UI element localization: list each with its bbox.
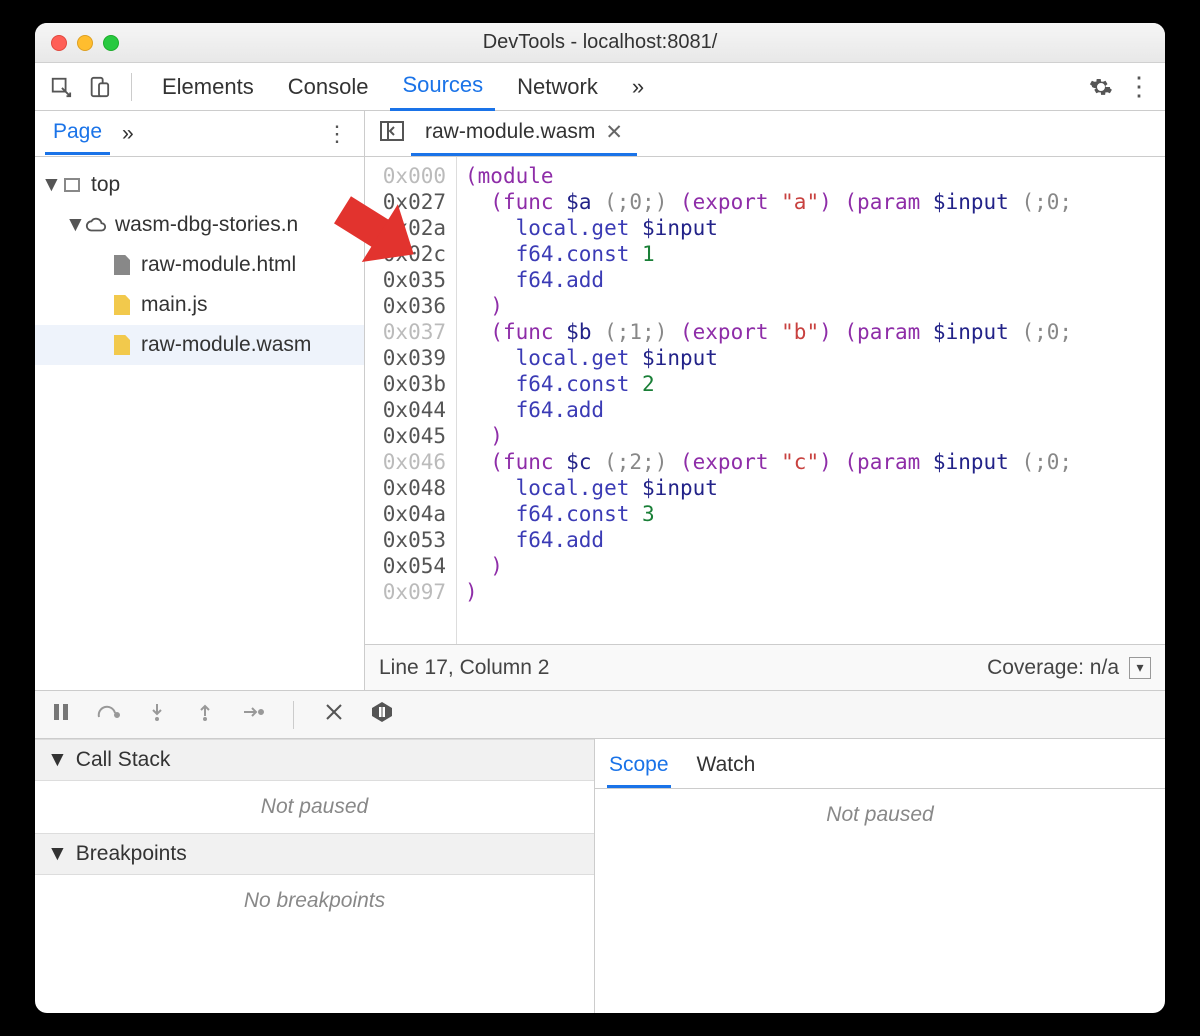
main-toolbar: Elements Console Sources Network » ⋮ xyxy=(35,63,1165,111)
separator xyxy=(293,701,294,729)
editor-pane: raw-module.wasm ✕ 0x0000x0270x02a0x02c0x… xyxy=(365,111,1165,690)
caret-down-icon: ▼ xyxy=(47,748,68,772)
tree-file-html[interactable]: raw-module.html xyxy=(35,245,364,285)
gear-icon[interactable] xyxy=(1087,73,1115,101)
editor-tab[interactable]: raw-module.wasm ✕ xyxy=(411,112,637,156)
devtools-window: DevTools - localhost:8081/ Elements Cons… xyxy=(35,23,1165,1013)
pause-on-exceptions-icon[interactable] xyxy=(368,701,396,729)
call-stack-header[interactable]: ▼ Call Stack xyxy=(35,739,594,781)
scope-watch-tabs: Scope Watch xyxy=(595,739,1165,789)
cursor-position: Line 17, Column 2 xyxy=(379,656,549,680)
debugger-body: ▼ Call Stack Not paused ▼ Breakpoints No… xyxy=(35,739,1165,1013)
tab-more[interactable]: » xyxy=(620,64,656,110)
step-icon[interactable] xyxy=(239,703,267,726)
frame-icon xyxy=(61,174,83,196)
tree-label: raw-module.html xyxy=(141,253,296,277)
sources-split: Page » ⋮ ▼ top ▼ wasm-dbg-stories.n xyxy=(35,111,1165,691)
watch-tab[interactable]: Watch xyxy=(695,745,758,788)
coverage-label: Coverage: n/a xyxy=(987,656,1119,680)
caret-down-icon: ▼ xyxy=(41,173,53,197)
file-tree: ▼ top ▼ wasm-dbg-stories.n raw-module.ht… xyxy=(35,157,364,373)
caret-down-icon: ▼ xyxy=(47,842,68,866)
breakpoints-header[interactable]: ▼ Breakpoints xyxy=(35,833,594,875)
debugger-right: Scope Watch Not paused xyxy=(595,739,1165,1013)
tab-console[interactable]: Console xyxy=(276,64,381,110)
step-out-icon[interactable] xyxy=(191,702,219,728)
call-stack-body: Not paused xyxy=(35,781,594,833)
caret-down-icon: ▼ xyxy=(65,213,77,237)
sidebar-tabs: Page » ⋮ xyxy=(35,111,364,157)
cloud-icon xyxy=(85,214,107,236)
tree-file-wasm[interactable]: raw-module.wasm xyxy=(35,325,364,365)
pause-icon[interactable] xyxy=(47,703,75,727)
tree-host[interactable]: ▼ wasm-dbg-stories.n xyxy=(35,205,364,245)
scope-body: Not paused xyxy=(595,789,1165,841)
editor-statusbar: Line 17, Column 2 Coverage: n/a ▾ xyxy=(365,644,1165,690)
tree-label: wasm-dbg-stories.n xyxy=(115,213,298,237)
file-icon xyxy=(111,334,133,356)
debugger-pane: ▼ Call Stack Not paused ▼ Breakpoints No… xyxy=(35,691,1165,1013)
debugger-left: ▼ Call Stack Not paused ▼ Breakpoints No… xyxy=(35,739,595,1013)
coverage-toggle-icon[interactable]: ▾ xyxy=(1129,657,1151,679)
scope-tab[interactable]: Scope xyxy=(607,745,671,788)
window-title: DevTools - localhost:8081/ xyxy=(35,31,1165,54)
file-icon xyxy=(111,294,133,316)
toggle-navigator-icon[interactable] xyxy=(377,121,407,147)
step-into-icon[interactable] xyxy=(143,702,171,728)
tab-network[interactable]: Network xyxy=(505,64,610,110)
deactivate-breakpoints-icon[interactable] xyxy=(320,702,348,728)
call-stack-title: Call Stack xyxy=(76,748,171,772)
tree-label: top xyxy=(91,173,120,197)
sidebar-kebab-icon[interactable]: ⋮ xyxy=(320,121,354,147)
separator xyxy=(131,73,132,101)
sources-sidebar: Page » ⋮ ▼ top ▼ wasm-dbg-stories.n xyxy=(35,111,365,690)
sidebar-more[interactable]: » xyxy=(114,122,142,146)
tree-label: main.js xyxy=(141,293,208,317)
tab-elements[interactable]: Elements xyxy=(150,64,266,110)
breakpoints-title: Breakpoints xyxy=(76,842,187,866)
close-tab-icon[interactable]: ✕ xyxy=(605,120,623,145)
tree-file-js[interactable]: main.js xyxy=(35,285,364,325)
tab-sources[interactable]: Sources xyxy=(390,62,495,111)
debugger-toolbar xyxy=(35,691,1165,739)
page-tab[interactable]: Page xyxy=(45,112,110,155)
kebab-icon[interactable]: ⋮ xyxy=(1125,73,1153,101)
editor-tabstrip: raw-module.wasm ✕ xyxy=(365,111,1165,157)
breakpoints-body: No breakpoints xyxy=(35,875,594,927)
editor-body[interactable]: 0x0000x0270x02a0x02c0x0350x0360x0370x039… xyxy=(365,157,1165,644)
tree-label: raw-module.wasm xyxy=(141,333,311,357)
device-toggle-icon[interactable] xyxy=(85,73,113,101)
tree-frame-top[interactable]: ▼ top xyxy=(35,165,364,205)
step-over-icon[interactable] xyxy=(95,703,123,727)
editor-tab-label: raw-module.wasm xyxy=(425,120,595,144)
code-area[interactable]: (module (func $a (;0;) (export "a") (par… xyxy=(457,157,1080,644)
file-icon xyxy=(111,254,133,276)
inspect-element-icon[interactable] xyxy=(47,73,75,101)
titlebar: DevTools - localhost:8081/ xyxy=(35,23,1165,63)
